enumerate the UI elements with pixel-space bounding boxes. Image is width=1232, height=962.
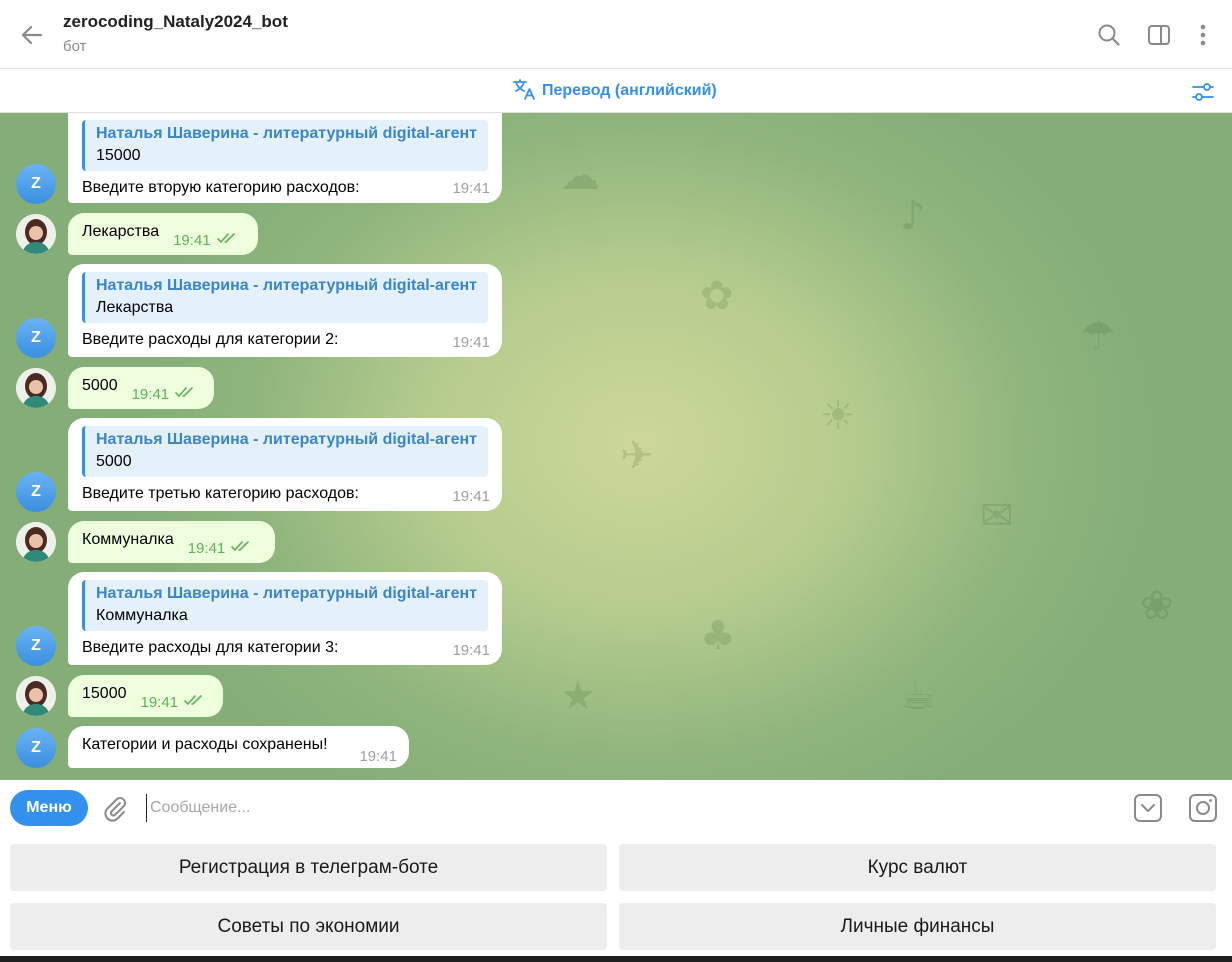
back-arrow-icon[interactable] <box>14 17 50 53</box>
chat-subtitle: бот <box>63 38 87 55</box>
double-check-icon <box>175 385 197 403</box>
wallpaper-doodle-icon: ♪ <box>900 193 926 239</box>
translate-button[interactable]: Перевод (английский) <box>512 78 717 104</box>
message-time: 19:41 <box>140 693 179 711</box>
bot-message: Наталья Шаверина - литературный digital-… <box>68 418 502 511</box>
bot-message: Наталья Шаверина - литературный digital-… <box>68 572 502 665</box>
double-check-icon <box>184 693 206 711</box>
user-avatar[interactable] <box>16 522 56 562</box>
wallpaper-doodle-icon: ☀ <box>820 393 856 439</box>
bot-avatar[interactable]: Z <box>16 164 56 204</box>
wallpaper-doodle-icon: ☕ <box>900 673 936 719</box>
wallpaper-doodle-icon: ✉ <box>980 493 1014 539</box>
user-avatar[interactable] <box>16 676 56 716</box>
translate-label: Перевод (английский) <box>542 82 717 99</box>
message-time: 19:41 <box>452 488 490 505</box>
reply-quote[interactable]: Наталья Шаверина - литературный digital-… <box>82 120 488 171</box>
video-message-icon[interactable] <box>1187 792 1219 824</box>
bot-message: Наталья Шаверина - литературный digital-… <box>68 113 502 203</box>
wallpaper-doodle-icon: ♣ <box>700 613 736 659</box>
message-time: 19:41 <box>131 385 170 403</box>
keyboard-button-saving-tips[interactable]: Советы по экономии <box>10 903 607 950</box>
translate-bar: Перевод (английский) <box>0 69 1232 113</box>
bot-menu-button[interactable]: Меню <box>10 790 88 826</box>
message-input[interactable] <box>146 794 1086 822</box>
chat-title[interactable]: zerocoding_Nataly2024_bot <box>63 12 288 32</box>
double-check-icon <box>216 231 239 249</box>
keyboard-button-registration[interactable]: Регистрация в телеграм-боте <box>10 844 607 891</box>
bot-message: Категории и расходы сохранены! 19:41 <box>68 726 409 768</box>
bot-avatar[interactable]: Z <box>16 728 56 768</box>
wallpaper-doodle-icon: ❀ <box>1140 583 1174 629</box>
message-time: 19:41 <box>359 748 397 765</box>
user-avatar[interactable] <box>16 368 56 408</box>
wallpaper-doodle-icon: ★ <box>560 673 596 719</box>
bot-avatar[interactable]: Z <box>16 318 56 358</box>
message-text: 15000 <box>82 685 127 702</box>
reply-quote[interactable]: Наталья Шаверина - литературный digital-… <box>82 272 488 323</box>
wallpaper-doodle-icon: ☂ <box>1080 313 1116 359</box>
user-message: 15000 19:41 <box>68 675 223 717</box>
user-message: Лекарства 19:41 <box>68 213 258 255</box>
more-vertical-icon[interactable] <box>1188 20 1218 50</box>
message-text: Введите третью категорию расходов: <box>82 485 359 502</box>
double-check-icon <box>231 539 253 557</box>
user-message: 5000 19:41 <box>68 367 214 409</box>
user-avatar[interactable] <box>16 214 56 254</box>
bot-message: Наталья Шаверина - литературный digital-… <box>68 264 502 357</box>
message-time: 19:41 <box>173 231 211 249</box>
user-message: Коммуналка 19:41 <box>68 521 275 563</box>
window-bottom-edge <box>0 956 1232 962</box>
translate-icon <box>512 77 538 106</box>
chat-messages-area[interactable]: ☁ ✿ ♪ ☂ ✈ ☀ ✉ ❀ ♣ ★ ☕ Z Наталья Шаверина… <box>0 113 1232 780</box>
chat-header: zerocoding_Nataly2024_bot бот <box>0 0 1232 69</box>
wallpaper-doodle-icon: ✈ <box>620 433 654 479</box>
message-text: Коммуналка <box>82 531 174 548</box>
message-text: Введите расходы для категории 2: <box>82 331 339 348</box>
bot-keyboard-icon[interactable] <box>1132 792 1164 824</box>
sidebar-toggle-icon[interactable] <box>1144 20 1174 50</box>
keyboard-button-exchange-rates[interactable]: Курс валют <box>619 844 1216 891</box>
wallpaper-doodle-icon: ☁ <box>560 153 600 199</box>
sliders-icon[interactable] <box>1190 79 1216 105</box>
message-text: Введите вторую категорию расходов: <box>82 179 360 196</box>
bot-reply-keyboard: Регистрация в телеграм-боте Курс валют С… <box>0 836 1232 956</box>
message-text: Категории и расходы сохранены! <box>82 736 328 753</box>
wallpaper-doodle-icon: ✿ <box>700 273 734 319</box>
reply-quote[interactable]: Наталья Шаверина - литературный digital-… <box>82 426 488 477</box>
message-time: 19:41 <box>452 334 490 351</box>
message-time: 19:41 <box>452 180 490 197</box>
message-text: Лекарства <box>82 223 160 240</box>
paperclip-icon[interactable] <box>100 793 130 823</box>
reply-quote[interactable]: Наталья Шаверина - литературный digital-… <box>82 580 488 631</box>
keyboard-button-personal-finance[interactable]: Личные финансы <box>619 903 1216 950</box>
message-text: 5000 <box>82 377 118 394</box>
search-icon[interactable] <box>1094 20 1124 50</box>
bot-avatar[interactable]: Z <box>16 626 56 666</box>
bot-avatar[interactable]: Z <box>16 472 56 512</box>
composer-bar: Меню <box>0 780 1232 836</box>
message-time: 19:41 <box>452 642 490 659</box>
message-time: 19:41 <box>187 539 226 557</box>
message-text: Введите расходы для категории 3: <box>82 639 339 656</box>
